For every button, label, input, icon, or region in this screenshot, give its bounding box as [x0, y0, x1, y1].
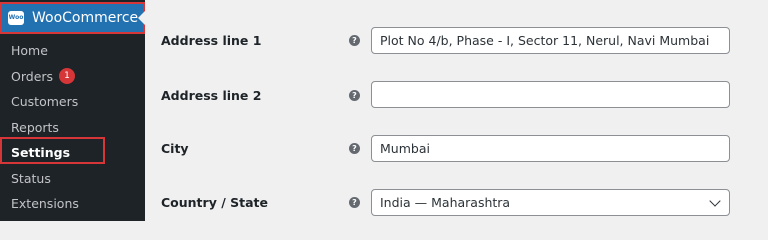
- city-row: City ? Mumbai: [145, 122, 768, 174]
- submenu-item-home[interactable]: Home: [0, 38, 145, 64]
- country-state-select[interactable]: India — Maharashtra: [371, 189, 730, 216]
- address-line-1-row: Address line 1 ? Plot No 4/b, Phase - I,…: [145, 14, 768, 66]
- woocommerce-menu[interactable]: Woo WooCommerce: [0, 2, 145, 34]
- address-line-1-input[interactable]: Plot No 4/b, Phase - I, Sector 11, Nerul…: [371, 27, 730, 54]
- chevron-down-icon: [709, 195, 721, 207]
- settings-highlight-box: [0, 137, 105, 164]
- address-line-1-help-icon[interactable]: ?: [349, 35, 360, 46]
- woocommerce-submenu: Home Orders 1 Customers Reports Settings…: [0, 38, 145, 217]
- admin-sidebar: Woo WooCommerce Home Orders 1 Customers …: [0, 0, 145, 221]
- country-state-help-icon[interactable]: ?: [349, 197, 360, 208]
- current-menu-caret-icon: [138, 11, 145, 25]
- woocommerce-logo-icon: Woo: [8, 11, 24, 25]
- address-line-1-label: Address line 1: [161, 32, 262, 48]
- woocommerce-menu-label: WooCommerce: [32, 10, 139, 26]
- city-input[interactable]: Mumbai: [371, 135, 730, 162]
- country-state-label: Country / State: [161, 194, 268, 210]
- submenu-item-customers[interactable]: Customers: [0, 89, 145, 115]
- address-line-2-label: Address line 2: [161, 87, 262, 103]
- submenu-item-extensions[interactable]: Extensions: [0, 191, 145, 217]
- country-state-row: Country / State ? India — Maharashtra: [145, 176, 768, 228]
- address-line-2-row: Address line 2 ?: [145, 69, 768, 121]
- address-line-2-input[interactable]: [371, 81, 730, 108]
- city-label: City: [161, 140, 189, 156]
- orders-count-badge: 1: [59, 68, 76, 85]
- address-line-2-help-icon[interactable]: ?: [349, 90, 360, 101]
- submenu-item-status[interactable]: Status: [0, 166, 145, 192]
- submenu-item-orders[interactable]: Orders 1: [0, 64, 145, 90]
- city-help-icon[interactable]: ?: [349, 143, 360, 154]
